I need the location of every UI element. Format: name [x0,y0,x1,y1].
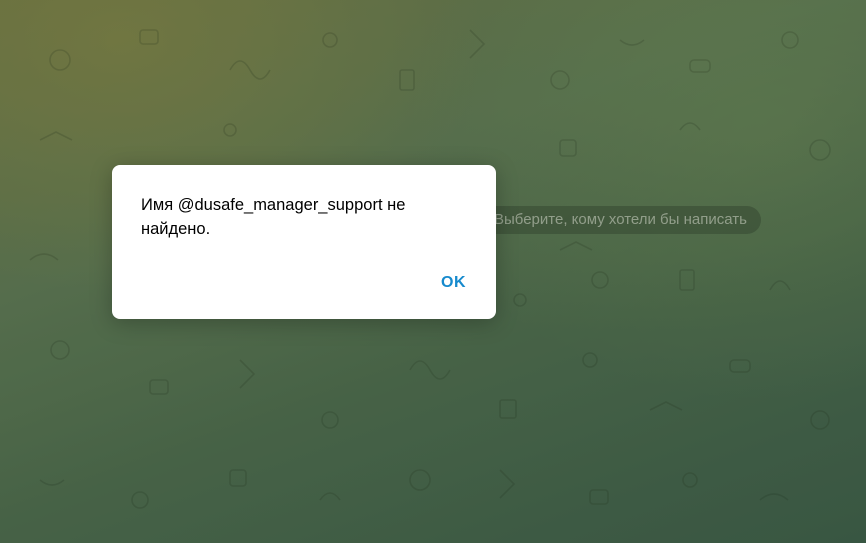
chat-background: Выберите, кому хотели бы написать Имя @d… [0,0,866,543]
error-dialog: Имя @dusafe_manager_support не найдено. … [112,165,496,319]
dialog-message: Имя @dusafe_manager_support не найдено. [141,196,406,238]
ok-button[interactable]: OK [431,267,476,299]
